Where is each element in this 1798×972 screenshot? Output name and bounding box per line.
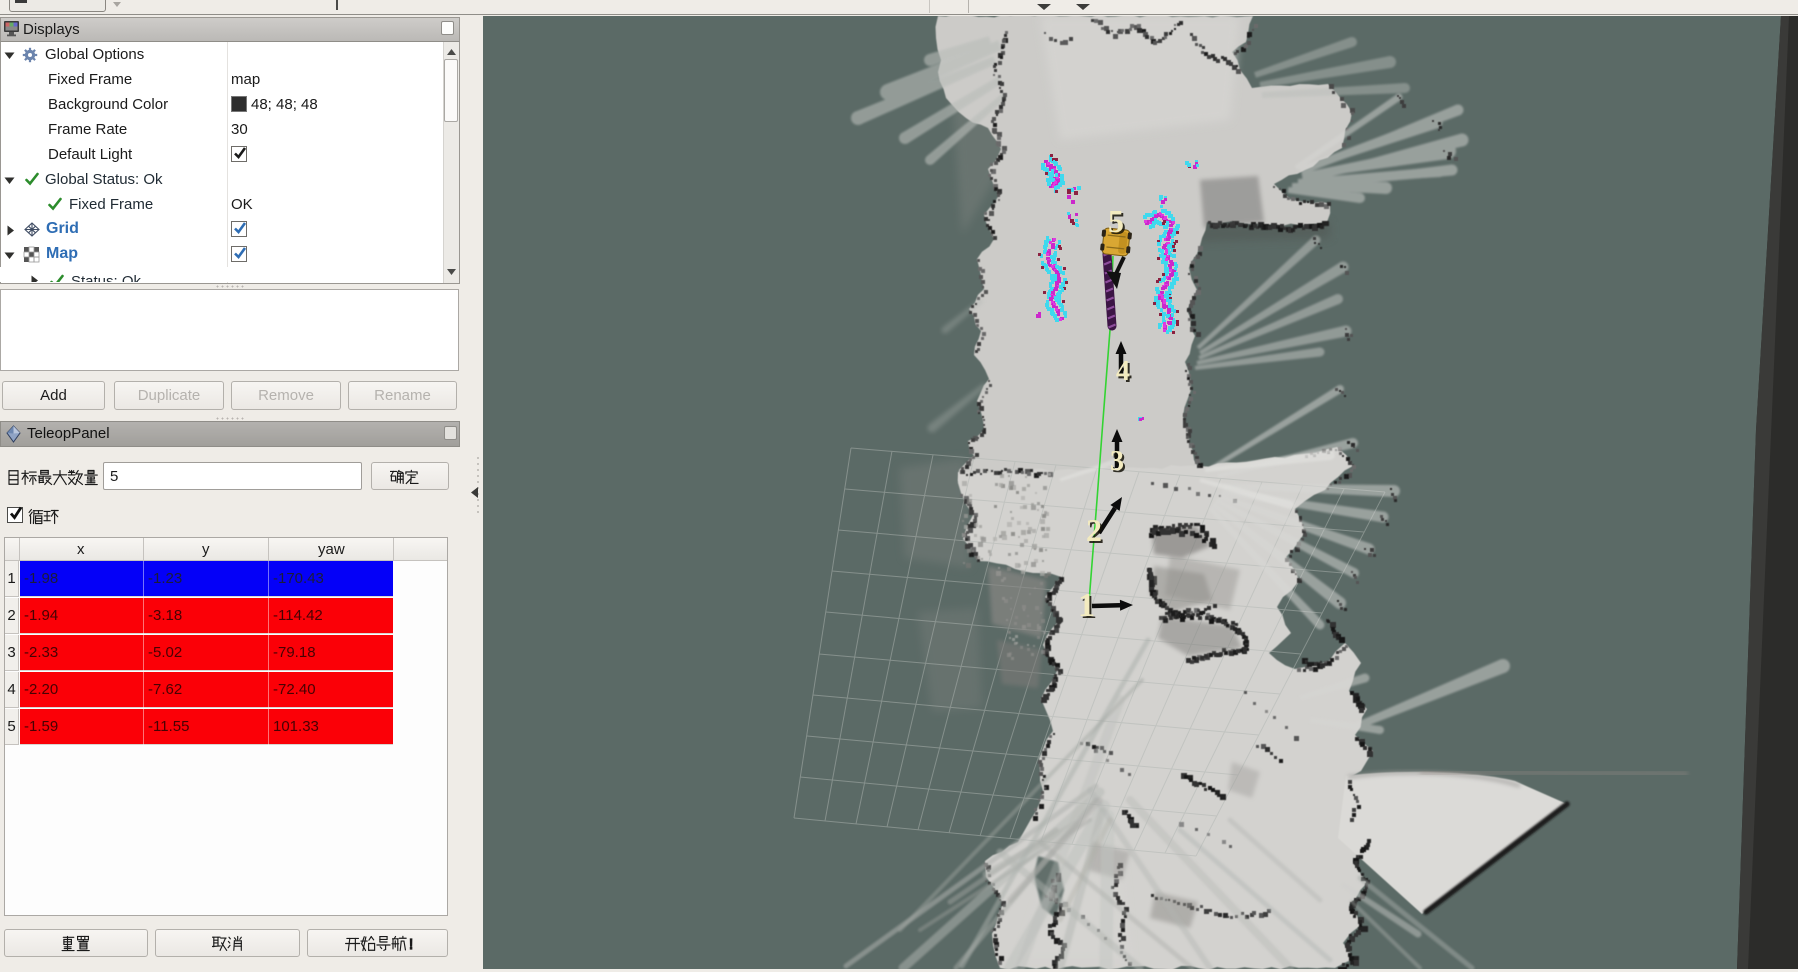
svg-text:4: 4 (1116, 356, 1130, 387)
svg-text:2: 2 (1086, 512, 1102, 548)
svg-text:!: ! (409, 936, 413, 952)
svg-text:5: 5 (1108, 203, 1124, 239)
svg-text:3: 3 (1110, 446, 1124, 477)
svg-text:1: 1 (1078, 587, 1095, 624)
